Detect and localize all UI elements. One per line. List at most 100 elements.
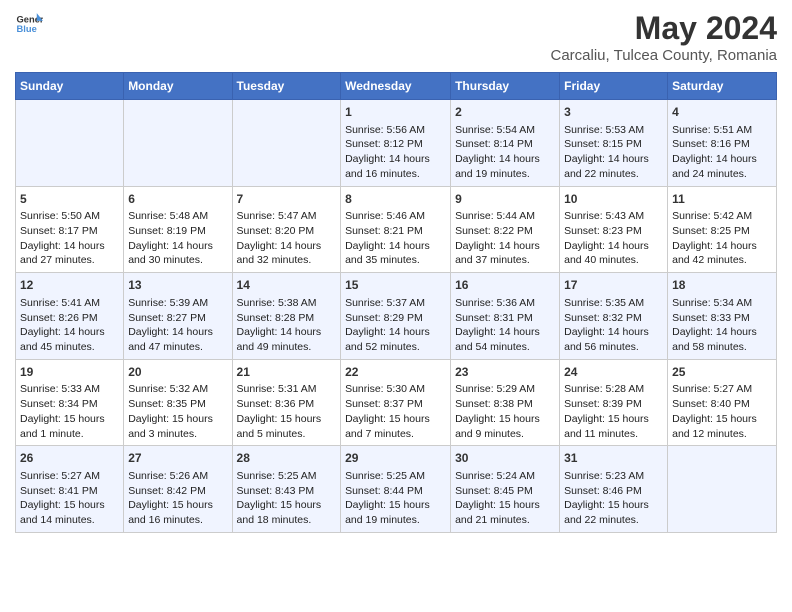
day-number: 9 — [455, 191, 555, 208]
day-number: 23 — [455, 364, 555, 381]
calendar-cell: 11Sunrise: 5:42 AM Sunset: 8:25 PM Dayli… — [668, 186, 777, 273]
day-number: 21 — [237, 364, 337, 381]
day-number: 6 — [128, 191, 227, 208]
day-number: 7 — [237, 191, 337, 208]
day-number: 18 — [672, 277, 772, 294]
cell-content: Sunrise: 5:25 AM Sunset: 8:44 PM Dayligh… — [345, 469, 446, 528]
weekday-header: Saturday — [668, 73, 777, 100]
cell-content: Sunrise: 5:25 AM Sunset: 8:43 PM Dayligh… — [237, 469, 337, 528]
calendar-cell: 17 Sunrise: 5:35 AM Sunset: 8:32 PM Dayli… — [560, 273, 668, 360]
cell-content: Sunrise: 5:31 AM Sunset: 8:36 PM Dayligh… — [237, 382, 337, 441]
day-number: 27 — [128, 450, 227, 467]
cell-content: Sunrise: 5:33 AM Sunset: 8:34 PM Dayligh… — [20, 382, 119, 441]
calendar-cell: 30 Sunrise: 5:24 AM Sunset: 8:45 PM Dayli… — [451, 446, 560, 533]
calendar-cell: 6Sunrise: 5:48 AM Sunset: 8:19 PM Daylig… — [124, 186, 232, 273]
calendar-cell: 10Sunrise: 5:43 AM Sunset: 8:23 PM Dayli… — [560, 186, 668, 273]
main-title: May 2024 — [551, 10, 778, 47]
cell-content: Sunrise: 5:35 AM Sunset: 8:32 PM Dayligh… — [564, 296, 663, 355]
calendar-cell: 9Sunrise: 5:44 AM Sunset: 8:22 PM Daylig… — [451, 186, 560, 273]
day-number: 5 — [20, 191, 119, 208]
calendar-cell: 22Sunrise: 5:30 AM Sunset: 8:37 PM Dayli… — [341, 359, 451, 446]
calendar-cell: 21Sunrise: 5:31 AM Sunset: 8:36 PM Dayli… — [232, 359, 341, 446]
day-number: 3 — [564, 104, 663, 121]
cell-content: Sunrise: 5:46 AM Sunset: 8:21 PM Dayligh… — [345, 209, 446, 268]
calendar-cell: 23Sunrise: 5:29 AM Sunset: 8:38 PM Dayli… — [451, 359, 560, 446]
calendar-cell — [16, 100, 124, 187]
day-number: 4 — [672, 104, 772, 121]
cell-content: Sunrise: 5:53 AM Sunset: 8:15 PM Dayligh… — [564, 123, 663, 182]
day-number: 11 — [672, 191, 772, 208]
weekday-header: Tuesday — [232, 73, 341, 100]
day-number: 19 — [20, 364, 119, 381]
calendar-cell: 4Sunrise: 5:51 AM Sunset: 8:16 PM Daylig… — [668, 100, 777, 187]
cell-content: Sunrise: 5:39 AM Sunset: 8:27 PM Dayligh… — [128, 296, 227, 355]
logo: General Blue — [15, 10, 43, 38]
cell-content: Sunrise: 5:47 AM Sunset: 8:20 PM Dayligh… — [237, 209, 337, 268]
cell-content: Sunrise: 5:24 AM Sunset: 8:45 PM Dayligh… — [455, 469, 555, 528]
title-area: May 2024 Carcaliu, Tulcea County, Romani… — [551, 10, 778, 64]
calendar-table: SundayMondayTuesdayWednesdayThursdayFrid… — [15, 72, 777, 533]
calendar-week-row: 5Sunrise: 5:50 AM Sunset: 8:17 PM Daylig… — [16, 186, 777, 273]
calendar-cell: 26 Sunrise: 5:27 AM Sunset: 8:41 PM Dayli… — [16, 446, 124, 533]
svg-text:Blue: Blue — [17, 24, 37, 34]
calendar-cell: 5Sunrise: 5:50 AM Sunset: 8:17 PM Daylig… — [16, 186, 124, 273]
cell-content: Sunrise: 5:28 AM Sunset: 8:39 PM Dayligh… — [564, 382, 663, 441]
weekday-header: Thursday — [451, 73, 560, 100]
weekday-header: Sunday — [16, 73, 124, 100]
day-number: 17 — [564, 277, 663, 294]
cell-content: Sunrise: 5:56 AM Sunset: 8:12 PM Dayligh… — [345, 123, 446, 182]
cell-content: Sunrise: 5:23 AM Sunset: 8:46 PM Dayligh… — [564, 469, 663, 528]
calendar-cell: 8Sunrise: 5:46 AM Sunset: 8:21 PM Daylig… — [341, 186, 451, 273]
calendar-cell: 1 Sunrise: 5:56 AM Sunset: 8:12 PM Daylig… — [341, 100, 451, 187]
day-number: 24 — [564, 364, 663, 381]
day-number: 25 — [672, 364, 772, 381]
calendar-cell: 31 Sunrise: 5:23 AM Sunset: 8:46 PM Dayli… — [560, 446, 668, 533]
day-number: 14 — [237, 277, 337, 294]
cell-content: Sunrise: 5:30 AM Sunset: 8:37 PM Dayligh… — [345, 382, 446, 441]
calendar-cell: 14Sunrise: 5:38 AM Sunset: 8:28 PM Dayli… — [232, 273, 341, 360]
day-number: 8 — [345, 191, 446, 208]
header: General Blue May 2024 Carcaliu, Tulcea C… — [15, 10, 777, 64]
cell-content: Sunrise: 5:42 AM Sunset: 8:25 PM Dayligh… — [672, 209, 772, 268]
calendar-cell: 13 Sunrise: 5:39 AM Sunset: 8:27 PM Dayli… — [124, 273, 232, 360]
cell-content: Sunrise: 5:32 AM Sunset: 8:35 PM Dayligh… — [128, 382, 227, 441]
calendar-cell: 7Sunrise: 5:47 AM Sunset: 8:20 PM Daylig… — [232, 186, 341, 273]
calendar-cell — [668, 446, 777, 533]
calendar-cell: 25Sunrise: 5:27 AM Sunset: 8:40 PM Dayli… — [668, 359, 777, 446]
cell-content: Sunrise: 5:41 AM Sunset: 8:26 PM Dayligh… — [20, 296, 119, 355]
cell-content: Sunrise: 5:44 AM Sunset: 8:22 PM Dayligh… — [455, 209, 555, 268]
day-number: 30 — [455, 450, 555, 467]
day-number: 26 — [20, 450, 119, 467]
calendar-cell: 28 Sunrise: 5:25 AM Sunset: 8:43 PM Dayli… — [232, 446, 341, 533]
day-number: 28 — [237, 450, 337, 467]
day-number: 13 — [128, 277, 227, 294]
calendar-cell — [124, 100, 232, 187]
weekday-header: Wednesday — [341, 73, 451, 100]
day-number: 12 — [20, 277, 119, 294]
calendar-week-row: 19Sunrise: 5:33 AM Sunset: 8:34 PM Dayli… — [16, 359, 777, 446]
weekday-header: Monday — [124, 73, 232, 100]
weekday-header-row: SundayMondayTuesdayWednesdayThursdayFrid… — [16, 73, 777, 100]
day-number: 31 — [564, 450, 663, 467]
calendar-cell: 18 Sunrise: 5:34 AM Sunset: 8:33 PM Dayli… — [668, 273, 777, 360]
calendar-cell: 29 Sunrise: 5:25 AM Sunset: 8:44 PM Dayli… — [341, 446, 451, 533]
cell-content: Sunrise: 5:34 AM Sunset: 8:33 PM Dayligh… — [672, 296, 772, 355]
day-number: 2 — [455, 104, 555, 121]
day-number: 20 — [128, 364, 227, 381]
calendar-cell: 27Sunrise: 5:26 AM Sunset: 8:42 PM Dayli… — [124, 446, 232, 533]
day-number: 29 — [345, 450, 446, 467]
cell-content: Sunrise: 5:27 AM Sunset: 8:41 PM Dayligh… — [20, 469, 119, 528]
cell-content: Sunrise: 5:29 AM Sunset: 8:38 PM Dayligh… — [455, 382, 555, 441]
cell-content: Sunrise: 5:37 AM Sunset: 8:29 PM Dayligh… — [345, 296, 446, 355]
calendar-cell — [232, 100, 341, 187]
day-number: 22 — [345, 364, 446, 381]
cell-content: Sunrise: 5:54 AM Sunset: 8:14 PM Dayligh… — [455, 123, 555, 182]
cell-content: Sunrise: 5:27 AM Sunset: 8:40 PM Dayligh… — [672, 382, 772, 441]
weekday-header: Friday — [560, 73, 668, 100]
calendar-cell: 15Sunrise: 5:37 AM Sunset: 8:29 PM Dayli… — [341, 273, 451, 360]
calendar-cell: 19Sunrise: 5:33 AM Sunset: 8:34 PM Dayli… — [16, 359, 124, 446]
calendar-cell: 12 Sunrise: 5:41 AM Sunset: 8:26 PM Dayli… — [16, 273, 124, 360]
cell-content: Sunrise: 5:43 AM Sunset: 8:23 PM Dayligh… — [564, 209, 663, 268]
calendar-cell: 24Sunrise: 5:28 AM Sunset: 8:39 PM Dayli… — [560, 359, 668, 446]
day-number: 1 — [345, 104, 446, 121]
